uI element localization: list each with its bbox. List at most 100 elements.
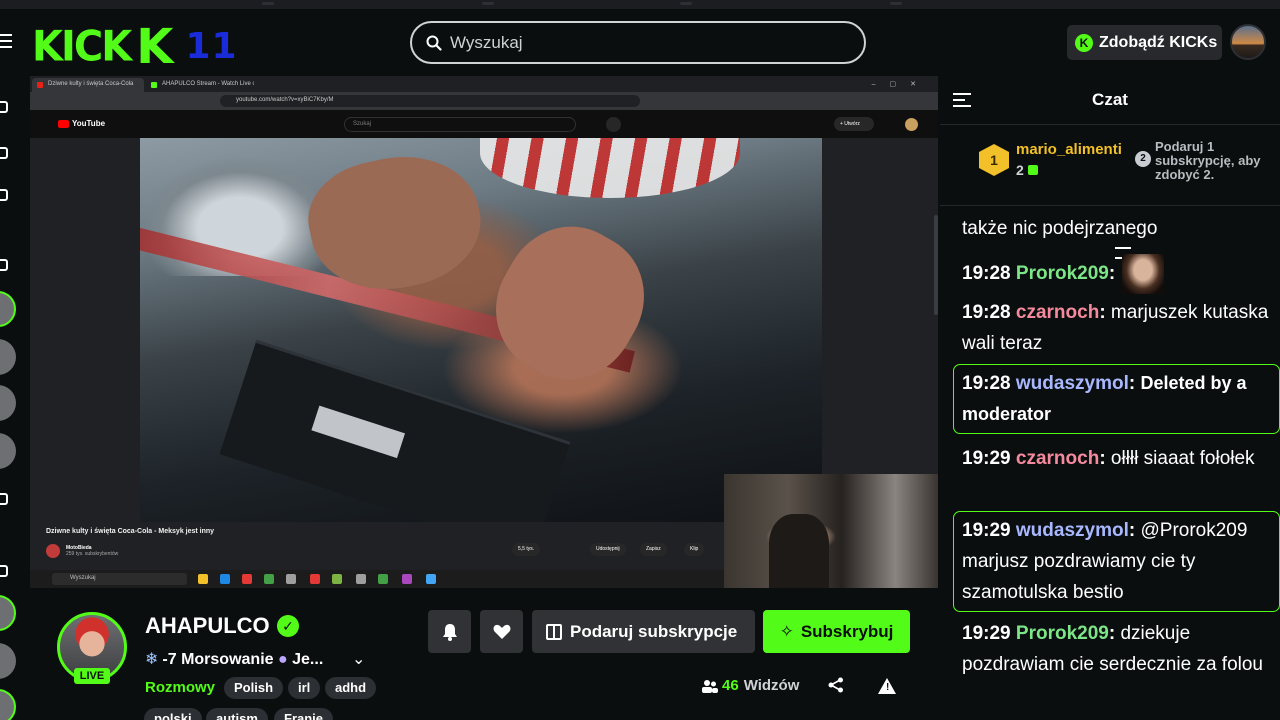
tag-polski[interactable]: polski bbox=[144, 708, 202, 720]
youtube-like: 5,5 tys. bbox=[512, 543, 541, 556]
message-time: 19:29 bbox=[962, 623, 1011, 644]
bell-icon bbox=[442, 623, 457, 641]
kick-logo[interactable]: KICK K 11 bbox=[32, 23, 238, 71]
search-bar[interactable] bbox=[410, 21, 866, 64]
tag-irl[interactable]: irl bbox=[288, 677, 321, 699]
gift-subscription-label: Podaruj subskrypcje bbox=[570, 621, 738, 641]
category-link[interactable]: Rozmowy bbox=[145, 679, 215, 696]
message-username[interactable]: wudaszymol bbox=[1016, 520, 1129, 541]
message-text: ołłłł siaaat fołołek bbox=[1110, 448, 1255, 469]
captured-tab: Dziwne kulty i święta Coca-Cola bbox=[32, 78, 144, 92]
chat-message-highlighted: 19:28 wudaszymol: Deleted by a moderator bbox=[953, 364, 1280, 434]
recommended-channel-avatar[interactable] bbox=[0, 595, 16, 631]
top-gifter-username[interactable]: mario_alimenti bbox=[1016, 141, 1122, 158]
followed-channel-avatar[interactable] bbox=[0, 385, 16, 421]
followed-channel-avatar[interactable] bbox=[0, 433, 16, 469]
chat-message: 19:28 czarnoch: marjuszek kutaska wali t… bbox=[962, 302, 1269, 354]
youtube-save: Zapisz bbox=[640, 543, 667, 556]
home-icon[interactable] bbox=[0, 101, 8, 113]
youtube-topbar: YouTube Szukaj + Utwórz bbox=[30, 110, 938, 138]
top-gifter-count: 2 bbox=[1016, 162, 1038, 178]
channels-icon[interactable] bbox=[0, 259, 8, 271]
user-avatar[interactable] bbox=[1230, 24, 1266, 60]
tag-autism[interactable]: autism bbox=[206, 708, 268, 720]
share-icon[interactable] bbox=[828, 677, 844, 693]
message-time: 19:29 bbox=[962, 448, 1011, 469]
viewer-count: 46 Widzów bbox=[702, 677, 799, 694]
chat-title: Czat bbox=[1092, 90, 1128, 109]
tag-polish[interactable]: Polish bbox=[224, 677, 284, 699]
follow-button[interactable] bbox=[480, 610, 523, 653]
tag-franie[interactable]: Franie bbox=[274, 708, 334, 720]
rank-badge: 1 bbox=[979, 144, 1009, 176]
pinned-leaderboard: 1 mario_alimenti 2 2 Podaruj 1 subskrypc… bbox=[940, 126, 1280, 259]
chat-message: 19:29 czarnoch: ołłłł siaaat fołołek bbox=[962, 448, 1255, 469]
video-frame bbox=[140, 138, 822, 522]
get-kicks-button[interactable]: K Zdobądź KICKs bbox=[1067, 25, 1222, 60]
ghost-icon: ● bbox=[278, 651, 288, 668]
message-username[interactable]: czarnoch bbox=[1016, 302, 1099, 323]
captured-tab: AHAPULCO Stream - Watch Live on bbox=[146, 78, 254, 92]
gift-icon bbox=[1027, 165, 1038, 175]
logo-number: 11 bbox=[185, 26, 238, 67]
followed-channel-avatar[interactable] bbox=[0, 339, 16, 375]
viewer-number: 46 bbox=[722, 677, 739, 694]
message-username[interactable]: czarnoch bbox=[1016, 448, 1099, 469]
report-icon[interactable]: ! bbox=[878, 678, 896, 694]
mic-icon bbox=[606, 117, 621, 132]
stream-title-text: -7 Morsowanie bbox=[162, 651, 274, 668]
following-icon[interactable] bbox=[0, 189, 8, 201]
browse-icon[interactable] bbox=[0, 147, 8, 159]
chat-header: Czat bbox=[940, 75, 1280, 125]
logo-mark: K bbox=[136, 19, 174, 75]
tag-adhd[interactable]: adhd bbox=[325, 677, 377, 699]
verified-icon: ✓ bbox=[277, 615, 299, 637]
top-gifter-count-value: 2 bbox=[1016, 162, 1024, 178]
goal-text: Podaruj 1 subskrypcję, aby zdobyć 2. bbox=[1155, 139, 1261, 182]
youtube-subs: 259 tys. subskrybentów bbox=[66, 551, 119, 557]
message-time: 19:28 bbox=[962, 373, 1011, 394]
youtube-clip: Klip bbox=[684, 543, 705, 556]
gift-icon bbox=[546, 623, 562, 640]
subscribe-label: Subskrybuj bbox=[800, 621, 894, 641]
get-kicks-label: Zdobądź KICKs bbox=[1099, 33, 1218, 51]
message-username[interactable]: Prorok209 bbox=[1016, 623, 1109, 644]
stream-title-suffix: Je... bbox=[292, 651, 324, 668]
message-username[interactable]: wudaszymol bbox=[1016, 373, 1129, 394]
youtube-logo-text: YouTube bbox=[72, 119, 106, 128]
goal-rank-badge: 2 bbox=[1135, 151, 1151, 167]
chat-message: 19:28 Prorok209: bbox=[962, 252, 1276, 296]
sparkle-icon: ✧ bbox=[779, 621, 794, 641]
recommended-icon[interactable] bbox=[0, 565, 8, 577]
youtube-create: + Utwórz bbox=[834, 117, 874, 131]
chat-scrollbar[interactable] bbox=[934, 215, 938, 315]
gift-subscription-button[interactable]: Podaruj subskrypcje bbox=[532, 610, 755, 653]
video-player[interactable]: Dziwne kulty i święta Coca-Cola AHAPULCO… bbox=[30, 76, 938, 588]
captured-browser-tabs: Dziwne kulty i święta Coca-Cola AHAPULCO… bbox=[30, 76, 938, 92]
subscribe-button[interactable]: ✧ Subskrybuj bbox=[763, 610, 910, 653]
chat-messages: także nic podejrzanego 19:28 Prorok209: … bbox=[940, 207, 1280, 720]
notification-button[interactable] bbox=[428, 610, 471, 653]
taskbar-search: Wyszukaj bbox=[52, 573, 187, 585]
recommended-channel-avatar[interactable] bbox=[0, 643, 16, 679]
search-input[interactable] bbox=[450, 32, 830, 53]
message-text: także nic podejrzanego bbox=[962, 218, 1158, 239]
chat-message-highlighted: 19:29 wudaszymol: @Prorok209 marjusz poz… bbox=[953, 511, 1280, 612]
recommended-channel-avatar[interactable] bbox=[0, 689, 16, 720]
followed-channel-avatar[interactable] bbox=[0, 291, 16, 327]
search-icon bbox=[426, 35, 442, 51]
chat-message: 19:29 Prorok209: dziekuje pozdrawiam cie… bbox=[962, 623, 1263, 675]
youtube-channel: MotoBieda 259 tys. subskrybentów bbox=[46, 544, 118, 558]
streamer-name[interactable]: AHAPULCO bbox=[145, 613, 270, 639]
kicks-icon: K bbox=[1075, 33, 1093, 52]
live-badge: LIVE bbox=[74, 668, 110, 684]
recommended-icon[interactable] bbox=[0, 493, 8, 505]
menu-icon[interactable] bbox=[0, 34, 12, 52]
chevron-down-icon[interactable]: ⌄ bbox=[352, 649, 365, 669]
window-controls-icon: –▢✕ bbox=[871, 81, 930, 88]
heart-icon bbox=[493, 624, 510, 639]
message-time: 19:28 bbox=[962, 302, 1011, 323]
chat-message: także nic podejrzanego bbox=[962, 213, 1276, 244]
message-username[interactable]: Prorok209 bbox=[1016, 263, 1109, 284]
left-sidebar bbox=[0, 75, 20, 720]
